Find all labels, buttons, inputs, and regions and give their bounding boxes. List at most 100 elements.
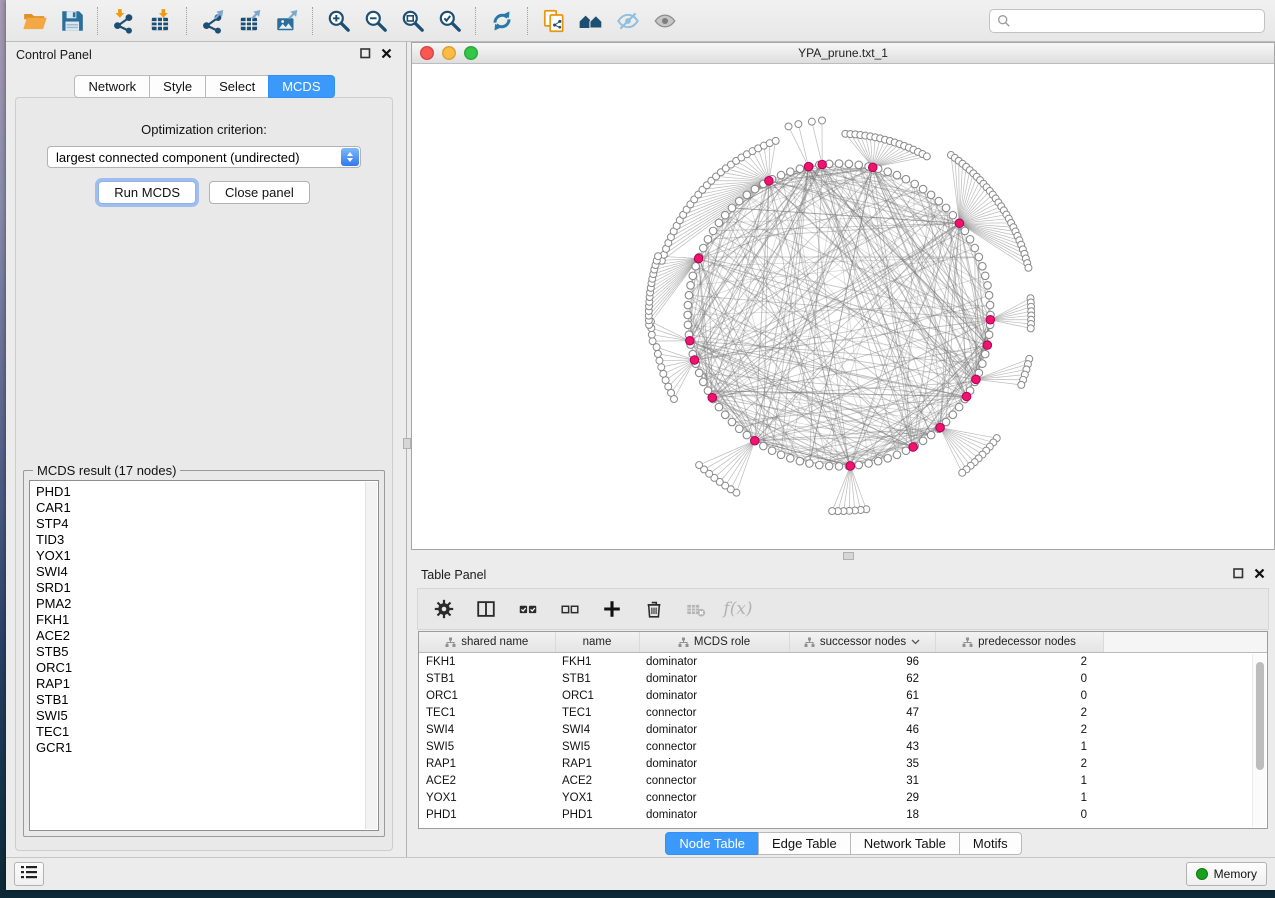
tab-network[interactable]: Network [74,75,150,98]
tab-style[interactable]: Style [149,75,206,98]
table-row[interactable]: PHD1PHD1dominator180 [419,806,1267,823]
table-row[interactable]: ORC1ORC1dominator610 [419,687,1267,704]
mcds-result-item[interactable]: YOX1 [36,548,378,564]
first-neighbors-button[interactable] [572,5,609,37]
export-network-button[interactable] [194,5,231,37]
zoom-fit-button[interactable] [394,5,431,37]
search-input[interactable] [1016,13,1257,29]
zoom-in-button[interactable] [320,5,357,37]
mcds-result-item[interactable]: TID3 [36,532,378,548]
add-column-button[interactable] [599,596,625,622]
table-row[interactable]: SWI5SWI5connector431 [419,738,1267,755]
import-table-button[interactable] [142,5,179,37]
mcds-result-list: PHD1CAR1STP4TID3YOX1SWI4SRD1PMA2FKH1ACE2… [29,480,379,831]
run-mcds-button[interactable]: Run MCDS [98,181,196,204]
vertical-splitter-handle[interactable] [403,438,411,449]
horizontal-splitter-handle[interactable] [843,552,854,560]
window-close-button[interactable] [420,46,434,60]
mcds-result-item[interactable]: STB1 [36,692,378,708]
settings-gear-button[interactable] [431,596,457,622]
close-table-panel-icon[interactable] [1254,568,1265,582]
zoom-out-button[interactable] [357,5,394,37]
table-scrollbar-thumb[interactable] [1256,662,1264,770]
network-canvas[interactable] [412,64,1274,549]
mcds-result-item[interactable]: STP4 [36,516,378,532]
memory-button[interactable]: Memory [1186,862,1267,886]
table-row[interactable]: SWI4SWI4dominator462 [419,721,1267,738]
show-all-button[interactable] [646,5,683,37]
column-header-MCDS-role[interactable]: MCDS role [639,632,789,653]
column-header-name[interactable]: name [555,632,639,653]
window-zoom-button[interactable] [464,46,478,60]
column-type-icon [678,637,689,648]
column-type-icon [962,637,973,648]
mcds-result-item[interactable]: ACE2 [36,628,378,644]
mcds-result-item[interactable]: STB5 [36,644,378,660]
table-row[interactable]: RAP1RAP1dominator352 [419,755,1267,772]
optimization-criterion-dropdown[interactable]: largest connected component (undirected) [47,146,361,168]
hide-selected-button[interactable] [609,5,646,37]
refresh-button[interactable] [483,5,520,37]
log-console-button[interactable] [14,862,44,886]
column-header-predecessor-nodes[interactable]: predecessor nodes [935,632,1103,653]
table-row[interactable]: TEC1TEC1connector472 [419,704,1267,721]
tab-mcds[interactable]: MCDS [268,75,334,98]
mcds-result-item[interactable]: FKH1 [36,612,378,628]
open-file-icon [22,8,48,34]
column-header-successor-nodes[interactable]: successor nodes [789,632,935,653]
delete-table-icon [685,598,707,620]
mcds-result-item[interactable]: GCR1 [36,740,378,756]
vertical-splitter[interactable] [402,42,411,857]
table-row[interactable]: YOX1YOX1connector291 [419,789,1267,806]
cell-successor-nodes: 47 [789,704,935,721]
tab-node-table[interactable]: Node Table [665,832,759,855]
column-type-icon [445,637,456,648]
import-network-button[interactable] [105,5,142,37]
network-title: YPA_prune.txt_1 [798,46,888,60]
window-minimize-button[interactable] [442,46,456,60]
table-scrollbar[interactable] [1252,654,1266,827]
mcds-result-item[interactable]: SRD1 [36,580,378,596]
mcds-result-item[interactable]: RAP1 [36,676,378,692]
close-panel-button[interactable]: Close panel [209,181,310,204]
table-row[interactable]: FKH1FKH1dominator962 [419,653,1267,671]
cell-filler [1103,772,1267,789]
mcds-result-item[interactable]: SWI4 [36,564,378,580]
clone-network-icon [541,8,567,34]
select-all-checkboxes-button[interactable] [515,596,541,622]
mcds-result-item[interactable]: CAR1 [36,500,378,516]
table-row[interactable]: ACE2ACE2connector311 [419,772,1267,789]
clone-network-button[interactable] [535,5,572,37]
open-file-button[interactable] [16,5,53,37]
export-image-button[interactable] [268,5,305,37]
save-session-button[interactable] [53,5,90,37]
column-layout-button[interactable] [473,596,499,622]
search-box[interactable] [989,9,1265,33]
zoom-selected-button[interactable] [431,5,468,37]
result-list-scrollbar[interactable] [365,482,377,829]
mcds-result-item[interactable]: ORC1 [36,660,378,676]
mcds-result-item[interactable]: PHD1 [36,484,378,500]
tab-motifs[interactable]: Motifs [959,832,1022,855]
float-table-panel-icon[interactable] [1233,568,1244,582]
mcds-result-item[interactable]: TEC1 [36,724,378,740]
column-label: MCDS role [694,636,750,648]
network-graph[interactable] [412,64,1274,549]
tab-select[interactable]: Select [205,75,269,98]
close-panel-icon[interactable] [381,48,392,62]
cell-filler [1103,670,1267,687]
cell-filler [1103,653,1267,671]
float-panel-icon[interactable] [360,48,371,62]
mcds-result-item[interactable]: PMA2 [36,596,378,612]
delete-column-button[interactable] [641,596,667,622]
export-table-button[interactable] [231,5,268,37]
table-row[interactable]: STB1STB1dominator620 [419,670,1267,687]
memory-status-icon [1196,868,1208,880]
cell-name: SWI4 [555,721,639,738]
column-header-shared-name[interactable]: shared name [419,632,555,653]
tab-edge-table[interactable]: Edge Table [758,832,851,855]
horizontal-splitter[interactable] [411,550,1275,562]
mcds-result-item[interactable]: SWI5 [36,708,378,724]
tab-network-table[interactable]: Network Table [850,832,960,855]
deselect-all-checkboxes-button[interactable] [557,596,583,622]
